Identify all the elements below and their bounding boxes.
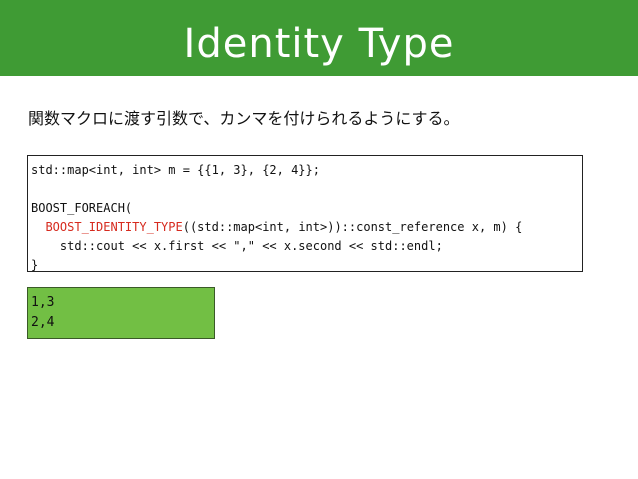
- slide-title: Identity Type: [183, 21, 455, 67]
- title-bar: Identity Type: [0, 0, 638, 76]
- code-line-3: BOOST_FOREACH(: [31, 201, 133, 215]
- output-line-1: 1,3: [31, 295, 55, 310]
- output-line-2: 2,4: [31, 315, 55, 330]
- identity-type-macro: BOOST_IDENTITY_TYPE: [45, 220, 183, 234]
- code-line-6: }: [31, 258, 39, 272]
- code-block: std::map<int, int> m = {{1, 3}, {2, 4}};…: [27, 155, 583, 272]
- code-line-4-rest: ((std::map<int, int>))::const_reference …: [182, 220, 523, 234]
- code-line-4: BOOST_IDENTITY_TYPE((std::map<int, int>)…: [31, 218, 582, 237]
- slide-subtitle: 関数マクロに渡す引数で、カンマを付けられるようにする。: [28, 109, 460, 128]
- output-block: 1,3 2,4: [27, 287, 215, 339]
- code-line-5: std::cout << x.first << "," << x.second …: [31, 239, 443, 253]
- code-line-1: std::map<int, int> m = {{1, 3}, {2, 4}};: [31, 163, 320, 177]
